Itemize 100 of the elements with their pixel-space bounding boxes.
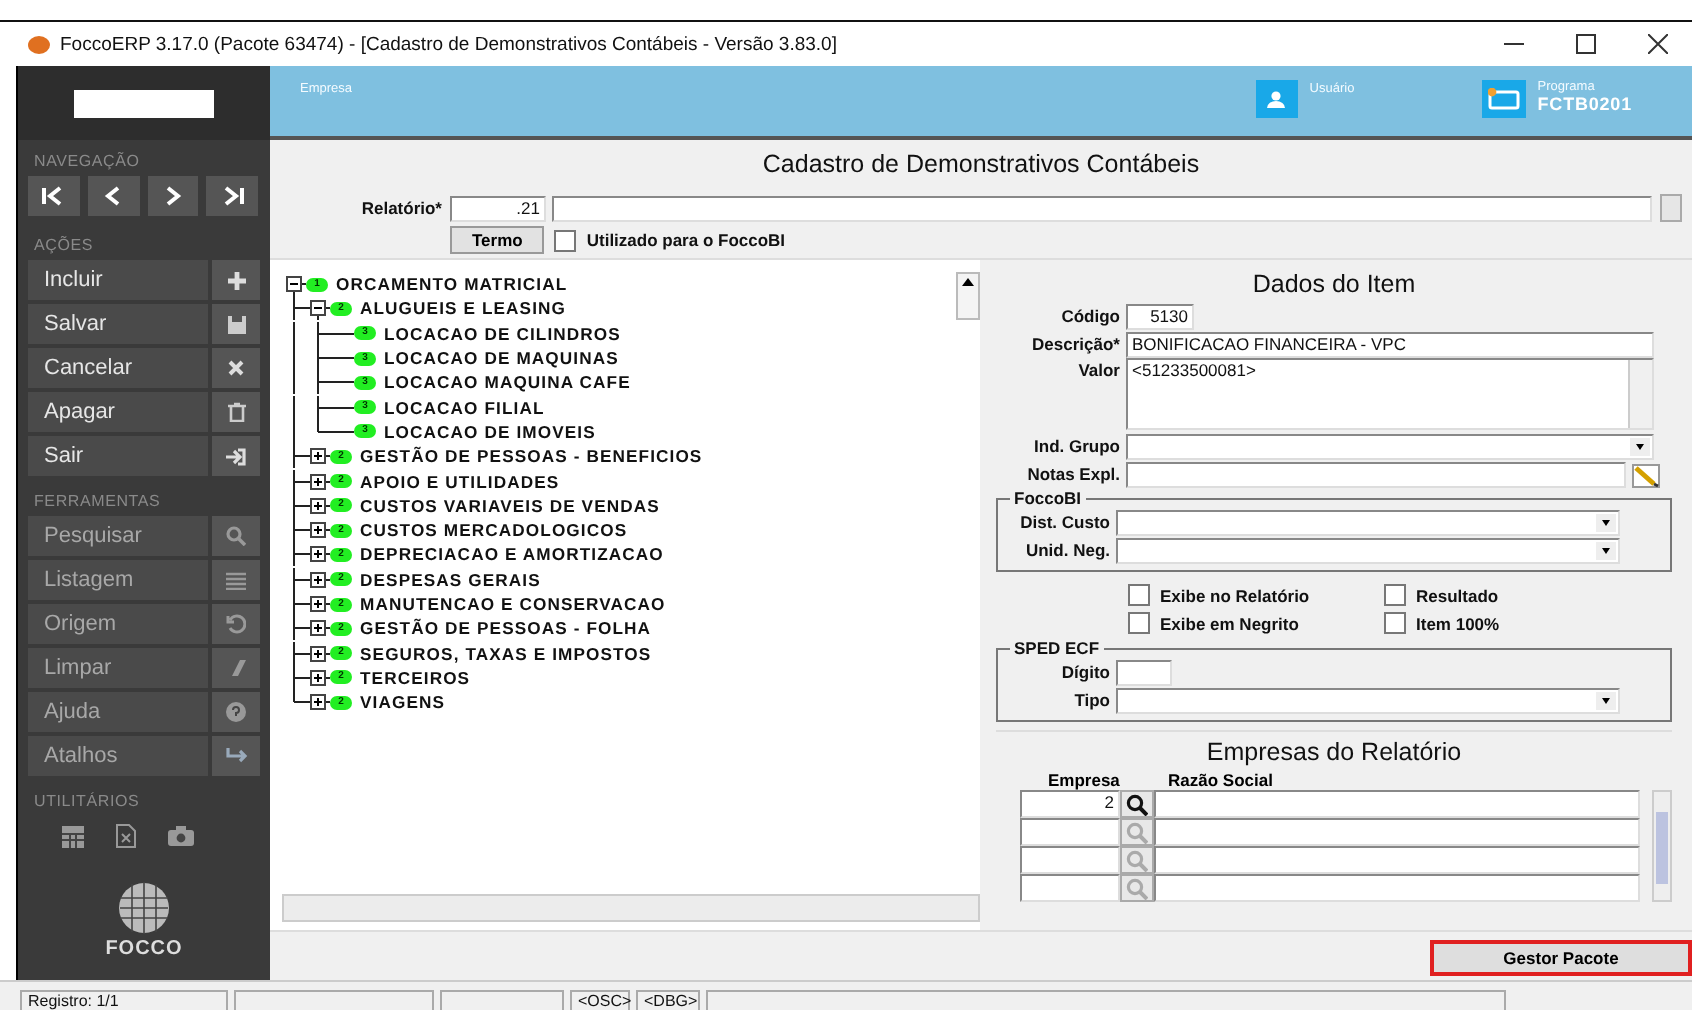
dropdown-arrow-icon[interactable] (1596, 513, 1616, 531)
tree-item[interactable]: CUSTOS MERCADOLOGICOS (360, 520, 628, 541)
input-field[interactable] (1116, 687, 1620, 713)
company-code-field[interactable] (1020, 874, 1120, 902)
company-name-field[interactable] (1154, 790, 1640, 818)
scrollbar[interactable] (282, 894, 980, 922)
window-title: FoccoERP 3.17.0 (Pacote 63474) - [Cadastro de Demonstrativos Contábeis - Versão 3.83.0] (60, 33, 837, 55)
input-field[interactable]: BONIFICACAO FINANCEIRA - VPC (1126, 331, 1654, 357)
company-code-field[interactable] (1020, 818, 1120, 846)
input-field[interactable]: <51233500081> (1126, 358, 1654, 430)
sidebar-item[interactable]: Cancelar (28, 348, 208, 388)
tree-item[interactable]: SEGUROS, TAXAS E IMPOSTOS (360, 643, 652, 664)
checkbox-label: Exibe no Relatório (1160, 585, 1310, 605)
scrollbar[interactable] (1652, 790, 1672, 902)
tree-item[interactable]: VIAGENS (360, 692, 446, 713)
tree-item[interactable]: LOCACAO DE CILINDROS (384, 323, 621, 344)
exit-icon (226, 447, 246, 465)
tree-item[interactable]: TERCEIROS (360, 667, 471, 688)
tree-item[interactable]: GESTÃO DE PESSOAS - FOLHA (360, 618, 652, 639)
close-icon (228, 360, 244, 376)
tree-item[interactable]: DESPESAS GERAIS (360, 569, 541, 590)
close-icon[interactable] (1648, 34, 1668, 54)
field-label: Tipo (1072, 690, 1110, 710)
scrollbar[interactable] (956, 272, 980, 320)
input-field[interactable] (1116, 537, 1620, 563)
monitor-icon[interactable] (1481, 80, 1526, 118)
sidebar-item[interactable]: Atalhos (28, 736, 208, 776)
tree-item[interactable]: ALUGUEIS E LEASING (360, 298, 567, 319)
sidebar-item[interactable]: Incluir (28, 260, 208, 300)
company-name-field[interactable] (1154, 874, 1640, 902)
checkbox-label: Exibe em Negrito (1160, 613, 1299, 633)
sidebar-item[interactable]: Limpar (28, 648, 208, 688)
globe-icon (118, 882, 170, 934)
section-heading: UTILITÁRIOS (32, 790, 142, 814)
checkbox-label: Item 100% (1416, 613, 1500, 633)
input-field[interactable]: 5130 (1126, 303, 1194, 329)
camera-icon[interactable] (168, 826, 194, 846)
checkbox[interactable] (1128, 612, 1150, 634)
company-code-field[interactable] (1020, 846, 1120, 874)
company-code-field[interactable]: 2 (1020, 790, 1120, 818)
checkbox[interactable] (1384, 612, 1406, 634)
field-label: Unid. Neg. (1023, 540, 1110, 560)
company-name-field[interactable] (1154, 846, 1640, 874)
previous-button[interactable] (87, 176, 139, 216)
package-manager-button[interactable]: Gestor Pacote (1430, 939, 1692, 975)
sidebar-item[interactable]: Pesquisar (28, 516, 208, 556)
tree-item[interactable]: GESTÃO DE PESSOAS - BENEFICIOS (360, 446, 703, 467)
checkbox-label: Resultado (1416, 585, 1499, 605)
tree-item[interactable]: LOCACAO DE MAQUINAS (384, 348, 619, 369)
skip-back-icon (41, 186, 66, 206)
sidebar-item[interactable]: Ajuda (28, 692, 208, 732)
tree-item[interactable]: LOCACAO FILIAL (384, 397, 545, 418)
spinner-icon[interactable] (1660, 194, 1682, 222)
tree-item[interactable]: APOIO E UTILIDADES (360, 471, 560, 492)
section-heading: FERRAMENTAS (32, 490, 163, 514)
report-name-field[interactable] (552, 195, 1652, 221)
last-record-button[interactable] (206, 176, 258, 216)
dropdown-arrow-icon[interactable] (1630, 437, 1650, 455)
first-record-button[interactable] (28, 176, 80, 216)
maximize-icon[interactable] (1576, 34, 1596, 54)
sidebar-item[interactable]: Origem (28, 604, 208, 644)
input-field[interactable] (1116, 509, 1620, 535)
dropdown-arrow-icon[interactable] (1596, 691, 1616, 709)
next-button[interactable] (147, 176, 199, 216)
tree-item[interactable]: CUSTOS VARIAVEIS DE VENDAS (360, 495, 660, 516)
user-icon[interactable] (1255, 80, 1298, 118)
column-header: Empresa (1048, 770, 1122, 790)
section-title: Dados do Item (1250, 268, 1418, 302)
status-cell: Registro: 1/1 (20, 990, 228, 1010)
dropdown-arrow-icon[interactable] (1596, 541, 1616, 559)
checkbox-label: Utilizado para o FoccoBI (586, 230, 786, 250)
field-label: Ind. Grupo (1032, 436, 1120, 456)
calculator-icon[interactable] (62, 825, 84, 847)
tree-item[interactable]: LOCACAO DE IMOVEIS (384, 421, 596, 442)
program-code: FCTB0201 (1537, 94, 1632, 114)
spreadsheet-icon[interactable] (116, 824, 136, 848)
term-button[interactable]: Termo (450, 226, 545, 254)
sidebar-item[interactable]: Salvar (28, 304, 208, 344)
checkbox[interactable] (554, 229, 577, 251)
section-title: Empresas do Relatório (1204, 736, 1464, 766)
tree-item[interactable]: MANUTENCAO E CONSERVACAO (360, 594, 666, 614)
checkbox[interactable] (1128, 584, 1150, 606)
report-code-field[interactable]: .21 (450, 195, 546, 221)
group-title: SPED ECF (1012, 638, 1102, 658)
input-field[interactable] (1116, 659, 1172, 685)
plus-icon (227, 271, 245, 289)
tree-item[interactable]: LOCACAO MAQUINA CAFE (384, 372, 631, 393)
tree-item[interactable]: DEPRECIACAO E AMORTIZACAO (360, 544, 664, 565)
input-field[interactable] (1126, 433, 1654, 459)
field-label: Relatório* (359, 198, 442, 218)
lookup-button[interactable] (1120, 790, 1154, 818)
sidebar-item[interactable]: Apagar (28, 392, 208, 432)
input-field[interactable] (1126, 461, 1626, 487)
company-name-field[interactable] (1154, 818, 1640, 846)
field-label: Valor (1076, 358, 1120, 380)
status-cell: <OSC> (570, 990, 630, 1010)
sidebar-item[interactable]: Sair (28, 436, 208, 476)
sidebar-item[interactable]: Listagem (28, 560, 208, 600)
checkbox[interactable] (1384, 584, 1406, 606)
tree-item[interactable]: ORCAMENTO MATRICIAL (336, 274, 568, 295)
